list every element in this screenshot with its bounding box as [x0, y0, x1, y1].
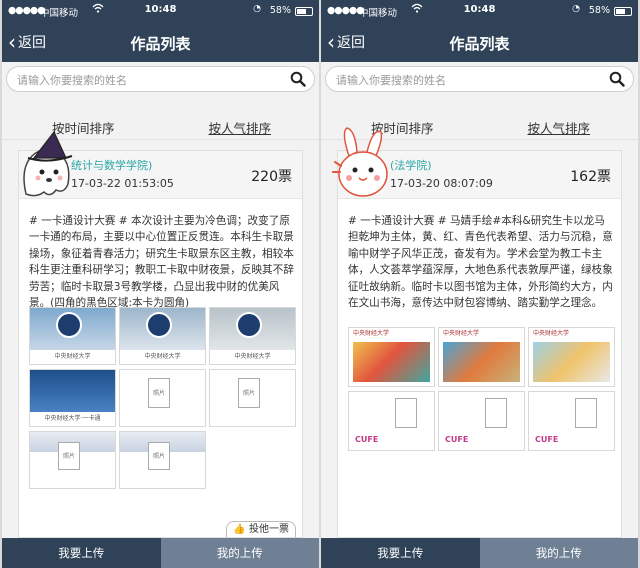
cufe-logo-text: CUFE [445, 435, 469, 444]
nav-bar: ‹ 返回 作品列表 [321, 22, 638, 62]
my-uploads-button[interactable]: 我的上传 [479, 538, 638, 568]
card-design-thumb[interactable]: 照片 [119, 431, 206, 489]
status-bar: ●●●●● 中国移动 10:48 ◔ 58% [321, 0, 638, 22]
thumb-photo-label: 照片 [148, 442, 170, 470]
search-bar [325, 66, 634, 92]
card-design-thumb[interactable]: 中央财经大学 [348, 327, 435, 387]
ghost-witch-sticker [23, 130, 73, 197]
tab-sort-by-popularity[interactable]: 按人气排序 [527, 118, 590, 137]
bottom-bar: 我要上传 我的上传 [2, 538, 319, 568]
thumb-photo-label: 照片 [238, 378, 260, 408]
vote-button-label: 投他一票 [249, 524, 289, 535]
cufe-logo-text: CUFE [535, 435, 559, 444]
college-label: 统计与数学学院) [71, 159, 153, 172]
search-icon[interactable] [290, 71, 306, 87]
thumb-caption: 中央财经大学 [533, 330, 570, 337]
upload-time: 17-03-20 08:07:09 [390, 177, 493, 190]
search-bar [6, 66, 315, 92]
tab-sort-by-popularity[interactable]: 按人气排序 [208, 118, 271, 137]
thumb-caption: 中央财经大学 [353, 330, 390, 337]
card-design-thumb[interactable]: 中央财经大学·一卡通 [29, 369, 116, 427]
card-design-thumb[interactable]: CUFE [348, 391, 435, 451]
search-input[interactable] [336, 71, 586, 89]
upload-button[interactable]: 我要上传 [321, 538, 480, 568]
status-bar: ●●●●● 中国移动 10:48 ◔ 58% [2, 0, 319, 22]
vote-button[interactable]: 👍 投他一票 [226, 521, 296, 537]
thumb-caption: 中央财经大学 [120, 350, 205, 364]
alarm-icon: ◔ [253, 4, 261, 14]
cufe-logo-text: CUFE [355, 435, 379, 444]
screen-left: ●●●●● 中国移动 10:48 ◔ 58% ‹ 返回 作品列表 按时间排序 按… [2, 0, 319, 568]
card-design-thumb[interactable]: CUFE [438, 391, 525, 451]
thumb-caption: 中央财经大学 [30, 350, 115, 364]
thumb-photo-label: 照片 [148, 378, 170, 408]
screen-right: ●●●●● 中国移动 10:48 ◔ 58% ‹ 返回 作品列表 按时间排序 按… [321, 0, 638, 568]
upload-button[interactable]: 我要上传 [2, 538, 161, 568]
page-title: 作品列表 [130, 35, 191, 53]
work-card[interactable]: (法学院) 17-03-20 08:07:09 162票 # 一卡通设计大赛 #… [337, 150, 622, 538]
my-uploads-button[interactable]: 我的上传 [160, 538, 319, 568]
card-design-thumb[interactable]: CUFE [528, 391, 615, 451]
upload-time: 17-03-22 01:53:05 [71, 177, 174, 190]
search-icon[interactable] [609, 71, 625, 87]
thumb-caption: 中央财经大学·一卡通 [30, 412, 115, 426]
battery-percent: 58% [269, 5, 291, 16]
page-title: 作品列表 [449, 35, 510, 53]
work-description: # 一卡通设计大赛 # 马婧手绘#本科&研究生卡以龙马担乾坤为主体，黄、红、青色… [348, 215, 613, 310]
design-thumbnails: 中央财经大学 中央财经大学 中央财经大学 中央财经大学·一卡通 照片 照片 照片… [29, 307, 296, 489]
battery-icon [614, 7, 632, 16]
card-design-thumb[interactable]: 中央财经大学 [119, 307, 206, 365]
card-design-thumb[interactable]: 照片 [119, 369, 206, 427]
bunny-sticker [332, 127, 388, 197]
search-input[interactable] [17, 71, 267, 89]
design-thumbnails: 中央财经大学 中央财经大学 中央财经大学 CUFE CUFE CUFE [348, 327, 615, 451]
bottom-bar: 我要上传 我的上传 [321, 538, 638, 568]
card-design-thumb[interactable]: 照片 [209, 369, 296, 427]
card-design-thumb[interactable]: 中央财经大学 [209, 307, 296, 365]
thumb-photo-label: 照片 [58, 442, 80, 470]
thumb-caption: 中央财经大学 [210, 350, 295, 364]
card-design-thumb[interactable]: 照片 [29, 431, 116, 489]
card-design-thumb[interactable]: 中央财经大学 [29, 307, 116, 365]
battery-icon [295, 7, 313, 16]
card-design-thumb[interactable]: 中央财经大学 [528, 327, 615, 387]
alarm-icon: ◔ [572, 4, 580, 14]
thumb-caption: 中央财经大学 [443, 330, 480, 337]
card-design-thumb[interactable]: 中央财经大学 [438, 327, 525, 387]
work-card[interactable]: 统计与数学学院) 17-03-22 01:53:05 220票 # 一卡通设计大… [18, 150, 303, 538]
vote-count: 220票 [251, 169, 292, 185]
work-description: # 一卡通设计大赛 # 本次设计主要为冷色调；改变了原一卡通的布局，主要以中心位… [29, 215, 294, 310]
battery-percent: 58% [588, 5, 610, 16]
thumb-up-icon: 👍 [233, 524, 246, 535]
vote-count: 162票 [570, 169, 611, 185]
nav-bar: ‹ 返回 作品列表 [2, 22, 319, 62]
